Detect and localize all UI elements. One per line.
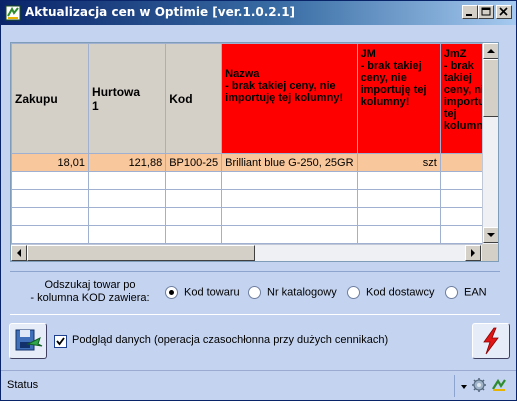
column-title: Hurtowa (92, 84, 141, 99)
radio-label: EAN (464, 286, 487, 299)
radio-ean[interactable]: EAN (445, 286, 487, 302)
search-panel: Odszukaj towar po - kolumna KOD zawiera:… (10, 271, 500, 315)
column-warning: - brak takiej ceny, nie importuję tej ko… (225, 80, 344, 104)
column-title: JM (360, 48, 376, 60)
radio-label: Kod towaru (184, 286, 240, 299)
table-row-empty[interactable] (11, 207, 498, 226)
header-row: Zakupu Hurtowa 1 Kod Nazwa - brak takiej … (11, 43, 498, 154)
cell-hurtowa[interactable]: 121,88 (88, 153, 167, 172)
preview-checkbox[interactable] (54, 335, 67, 348)
window-title: Aktualizacja cen w Optimie [ver.1.0.2.1] (25, 5, 296, 19)
table-row-empty[interactable] (11, 225, 498, 244)
radio-label: Nr katalogowy (267, 286, 337, 299)
cell-kod[interactable]: BP100-25 (165, 153, 223, 172)
status-bar: Status (1, 370, 516, 400)
table-row-empty[interactable] (11, 171, 498, 190)
minimize-icon (466, 14, 472, 16)
minimize-button[interactable] (462, 5, 478, 19)
preview-checkbox-label[interactable]: Podgląd danych (operacja czasochłonna pr… (72, 334, 388, 346)
radio-kod-dostawcy[interactable]: Kod dostawcy (347, 286, 434, 302)
column-title: Kod (169, 91, 193, 106)
radio-nr-katalogowy[interactable]: Nr katalogowy (248, 286, 337, 302)
horizontal-scroll-thumb[interactable] (27, 245, 255, 261)
scroll-corner (482, 244, 498, 261)
column-title: JmZ (443, 48, 467, 60)
gear-icon[interactable] (471, 377, 487, 393)
app-icon (5, 5, 21, 21)
radio-label: Kod dostawcy (366, 286, 435, 299)
column-header-hurtowa[interactable]: Hurtowa 1 (88, 43, 167, 154)
price-table: Zakupu Hurtowa 1 Kod Nazwa - brak takiej … (11, 43, 498, 244)
table-row-empty[interactable] (11, 189, 498, 208)
scroll-up-button[interactable] (483, 43, 498, 59)
cell-zakupu[interactable]: 18,01 (11, 153, 90, 172)
import-button[interactable] (9, 323, 47, 359)
scroll-left-button[interactable] (11, 245, 27, 261)
arrow-left-icon (17, 249, 21, 257)
status-text: Status (7, 379, 39, 391)
column-header-jm[interactable]: JM - brak takiej ceny, nie importuję tej… (356, 43, 441, 154)
column-header-zakupu[interactable]: Zakupu (11, 43, 90, 154)
maximize-button[interactable] (478, 5, 494, 19)
close-icon (499, 7, 508, 16)
table-row[interactable]: 18,01 121,88 BP100-25 Brilliant blue G-2… (11, 153, 498, 172)
arrow-down-icon (487, 233, 495, 237)
maximize-icon (481, 7, 491, 16)
status-divider (454, 375, 455, 397)
column-title: Zakupu (15, 91, 58, 106)
scroll-down-button[interactable] (483, 227, 498, 243)
arrow-right-icon (471, 249, 475, 257)
radio-icon (347, 286, 360, 299)
lightning-icon (483, 327, 499, 355)
column-title: Nazwa (225, 68, 260, 80)
radio-icon (445, 286, 458, 299)
cell-jm[interactable]: szt (356, 153, 441, 172)
run-button[interactable] (472, 323, 510, 359)
app-small-icon[interactable] (491, 377, 507, 393)
import-button-icon (15, 329, 43, 351)
main-window: Aktualizacja cen w Optimie [ver.1.0.2.1]… (0, 0, 517, 401)
radio-icon (248, 286, 261, 299)
arrow-up-icon (487, 49, 495, 53)
scroll-right-button[interactable] (465, 245, 481, 261)
column-header-kod[interactable]: Kod (165, 43, 223, 154)
column-note: 1 (92, 98, 99, 113)
horizontal-scrollbar[interactable] (11, 244, 482, 261)
column-warning: - brak takiej ceny, nie importuję tej ko… (360, 60, 427, 108)
column-header-nazwa[interactable]: Nazwa - brak takiej ceny, nie importuję … (221, 43, 358, 154)
title-bar[interactable]: Aktualizacja cen w Optimie [ver.1.0.2.1] (1, 1, 516, 25)
vertical-scroll-thumb[interactable] (483, 59, 498, 117)
cell-nazwa[interactable]: Brilliant blue G-250, 25GR (221, 153, 358, 172)
checkmark-icon (56, 337, 65, 346)
radio-kod-towaru[interactable]: Kod towaru (165, 286, 240, 302)
close-button[interactable] (496, 5, 512, 19)
radio-selected-icon (165, 286, 178, 299)
chevron-down-icon[interactable] (460, 383, 468, 391)
vertical-scrollbar[interactable] (482, 43, 498, 244)
search-label: Odszukaj towar po - kolumna KOD zawiera: (30, 279, 150, 304)
price-grid[interactable]: Zakupu Hurtowa 1 Kod Nazwa - brak takiej … (10, 42, 499, 262)
